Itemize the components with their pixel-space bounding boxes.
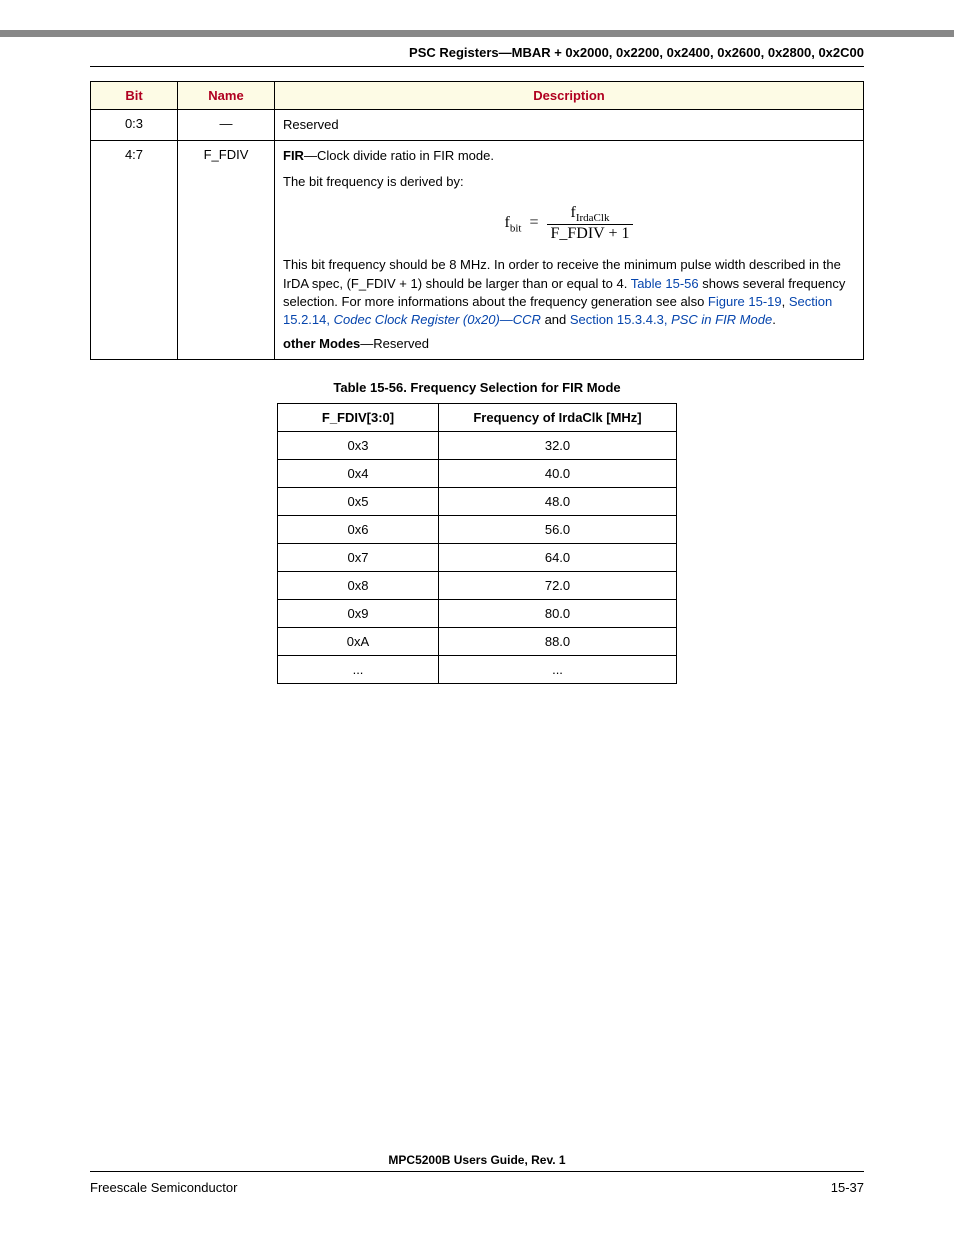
freq-cell: 88.0 [439,628,677,656]
and: and [541,312,570,327]
line2: The bit frequency is derived by: [283,173,855,191]
freq-cell: 72.0 [439,572,677,600]
col-name: Name [178,82,275,110]
register-table: Bit Name Description 0:3 — Reserved 4:7 … [90,81,864,360]
footer-left: Freescale Semiconductor [90,1180,237,1195]
den: F_FDIV + 1 [547,225,634,243]
table-row: 0x764.0 [278,544,677,572]
table-row: 0x872.0 [278,572,677,600]
table-row: ...... [278,656,677,684]
freq-cell: 64.0 [439,544,677,572]
link-section-15-3-4-3[interactable]: Section 15.3.4.3, PSC in FIR Mode [570,312,772,327]
link-table-15-56[interactable]: Table 15-56 [631,276,699,291]
page-footer: MPC5200B Users Guide, Rev. 1 Freescale S… [90,1153,864,1195]
freq-cell: 56.0 [439,516,677,544]
name-cell: — [178,110,275,141]
fdiv-cell: 0x6 [278,516,439,544]
freq-col1: F_FDIV[3:0] [278,404,439,432]
period: . [772,312,776,327]
freq-table-caption: Table 15-56. Frequency Selection for FIR… [90,380,864,395]
footer-right: 15-37 [831,1180,864,1195]
fdiv-cell: 0x4 [278,460,439,488]
freq-table: F_FDIV[3:0] Frequency of IrdaClk [MHz] 0… [277,403,677,684]
formula: fbit = fIrdaClk F_FDIV + 1 [283,204,855,243]
bit-cell: 0:3 [91,110,178,141]
freq-cell: 40.0 [439,460,677,488]
desc-cell: FIR—Clock divide ratio in FIR mode. The … [275,141,864,360]
fdiv-cell: ... [278,656,439,684]
table-row: 0x548.0 [278,488,677,516]
fdiv-cell: 0x5 [278,488,439,516]
para: This bit frequency should be 8 MHz. In o… [283,256,855,329]
link3-ital: Codec Clock Register (0x20)—CCR [334,312,541,327]
col-desc: Description [275,82,864,110]
desc-cell: Reserved [275,110,864,141]
name-cell: F_FDIV [178,141,275,360]
table-row: 0x440.0 [278,460,677,488]
freq-cell: 48.0 [439,488,677,516]
comma1: , [782,294,789,309]
freq-col2: Frequency of IrdaClk [MHz] [439,404,677,432]
lhs-sub: bit [510,222,522,234]
link4-ital: PSC in FIR Mode [671,312,772,327]
fir-suffix: —Clock divide ratio in FIR mode. [304,148,494,163]
table-row: 0x980.0 [278,600,677,628]
table-row: 0:3 — Reserved [91,110,864,141]
table-row: 0xA88.0 [278,628,677,656]
table-row: 0x656.0 [278,516,677,544]
table-row: 4:7 F_FDIV FIR—Clock divide ratio in FIR… [91,141,864,360]
page: PSC Registers—MBAR + 0x2000, 0x2200, 0x2… [0,0,954,1235]
col-bit: Bit [91,82,178,110]
fdiv-cell: 0x8 [278,572,439,600]
table-row: 0x332.0 [278,432,677,460]
other-modes-label: other Modes [283,336,360,351]
fdiv-cell: 0xA [278,628,439,656]
link-figure-15-19[interactable]: Figure 15-19 [708,294,782,309]
link4-pre: Section 15.3.4.3, [570,312,671,327]
freq-cell: ... [439,656,677,684]
num-sub: IrdaClk [576,212,610,224]
top-bar [0,30,954,37]
fdiv-cell: 0x3 [278,432,439,460]
bit-cell: 4:7 [91,141,178,360]
section-header: PSC Registers—MBAR + 0x2000, 0x2200, 0x2… [90,45,864,67]
fdiv-cell: 0x9 [278,600,439,628]
other-modes-suffix: —Reserved [360,336,429,351]
freq-cell: 80.0 [439,600,677,628]
fir-label: FIR [283,148,304,163]
fdiv-cell: 0x7 [278,544,439,572]
footer-title: MPC5200B Users Guide, Rev. 1 [90,1153,864,1172]
freq-cell: 32.0 [439,432,677,460]
